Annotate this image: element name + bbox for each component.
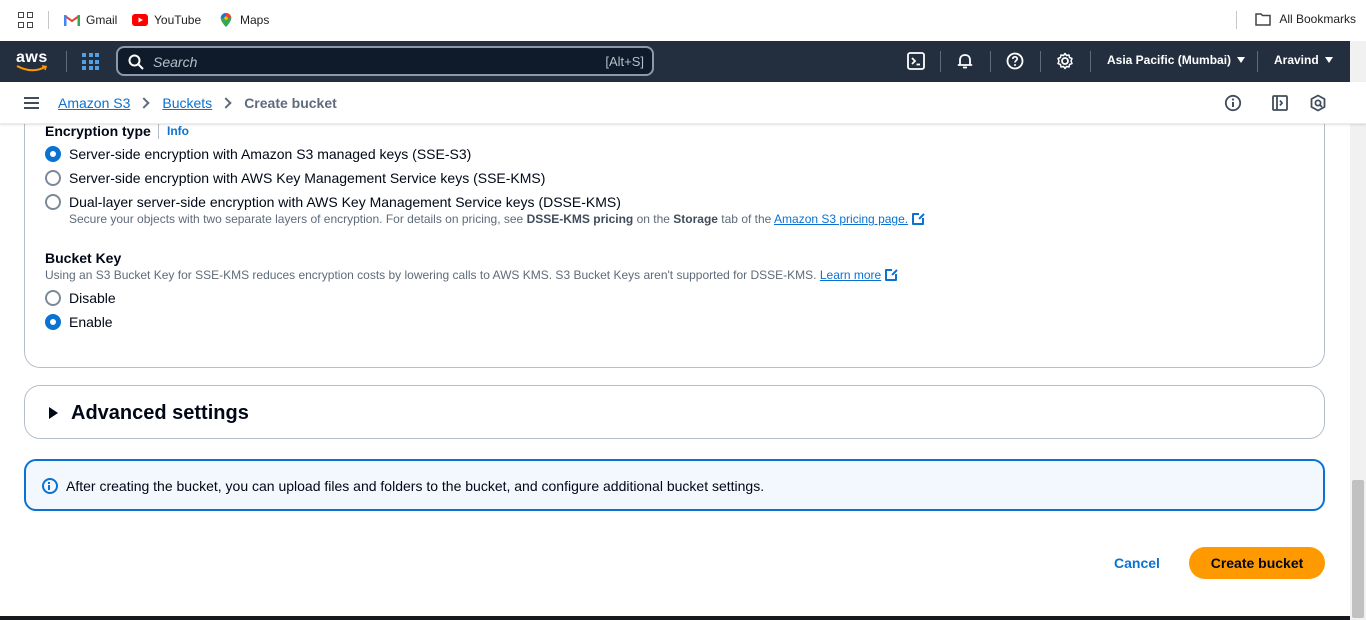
youtube-icon [132,14,148,26]
account-name: Aravind [1274,53,1319,67]
bucket-key-label: Bucket Key [45,250,122,266]
menu-hamburger-icon[interactable] [24,97,39,109]
radio-label-dsse-kms: Dual-layer server-side encryption with A… [69,194,621,210]
nav-divider [1090,51,1091,72]
learn-more-link[interactable]: Learn more [820,268,881,282]
help-icon[interactable] [1006,52,1024,70]
caret-right-icon [49,407,58,419]
footer-edge [0,616,1350,620]
desc-text: on the [633,212,674,226]
region-label: Asia Pacific (Mumbai) [1107,53,1232,67]
chevron-right-icon [138,97,151,109]
settings-gear-icon[interactable] [1056,52,1074,70]
search-input[interactable]: Search [Alt+S] [116,46,654,76]
all-bookmarks-button[interactable]: All Bookmarks [1255,12,1356,26]
account-menu[interactable]: Aravind [1274,53,1333,67]
bookmarks-bar: Gmail YouTube Maps All Bookmarks [0,0,1366,40]
radio-bucket-key-disable[interactable] [45,290,61,306]
bookmarks-divider [1236,11,1237,29]
dsse-kms-description: Secure your objects with two separate la… [69,212,926,226]
external-link-icon [912,212,926,225]
bucket-key-description: Using an S3 Bucket Key for SSE-KMS reduc… [45,268,899,282]
radio-dsse-kms[interactable] [45,194,61,210]
bookmark-label: Maps [240,13,270,27]
notes-panel-icon[interactable] [1271,94,1289,112]
alert-text: After creating the bucket, you can uploa… [66,478,765,494]
search-placeholder: Search [153,54,198,70]
radio-sse-s3[interactable] [45,146,61,162]
breadcrumb: Amazon S3 Buckets Create bucket [58,95,337,111]
bookmark-youtube[interactable]: YouTube [132,12,201,28]
info-icon [42,478,58,494]
aws-logo[interactable]: aws [16,49,50,73]
bookmark-maps[interactable]: Maps [218,12,269,28]
advanced-settings-expander[interactable]: Advanced settings [24,385,1325,439]
encryption-info-link[interactable]: Info [167,124,189,138]
radio-label-enable: Enable [69,314,113,330]
search-icon [128,54,144,70]
breadcrumb-bar: Amazon S3 Buckets Create bucket [0,82,1366,124]
info-divider [158,123,159,139]
create-bucket-button[interactable]: Create bucket [1189,547,1325,579]
nav-divider [1257,51,1258,72]
folder-icon [1255,13,1272,26]
region-selector[interactable]: Asia Pacific (Mumbai) [1107,53,1246,67]
breadcrumb-current: Create bucket [244,95,337,111]
cloudshell-icon[interactable] [907,52,925,70]
s3-pricing-link[interactable]: Amazon S3 pricing page. [774,212,908,226]
desc-text: Secure your objects with two separate la… [69,212,527,226]
cancel-button[interactable]: Cancel [1098,548,1176,578]
info-panel-icon[interactable] [1224,94,1242,112]
scrollbar-thumb[interactable] [1352,480,1364,618]
chevron-down-icon [1237,57,1246,63]
desc-text: tab of the [717,212,775,226]
info-alert: After creating the bucket, you can uploa… [24,459,1325,511]
notifications-bell-icon[interactable] [956,52,974,70]
maps-icon [220,13,232,27]
search-shortcut: [Alt+S] [605,54,644,69]
bookmark-gmail[interactable]: Gmail [64,12,117,28]
desc-text: Using an S3 Bucket Key for SSE-KMS reduc… [45,268,820,282]
radio-label-sse-s3: Server-side encryption with Amazon S3 ma… [69,146,472,162]
external-link-icon [885,268,899,281]
advanced-settings-title: Advanced settings [71,402,249,424]
nav-divider [66,51,67,72]
gmail-icon [64,15,80,26]
all-bookmarks-label: All Bookmarks [1279,12,1356,26]
bookmark-label: Gmail [86,13,118,27]
aws-top-nav: aws Search [Alt+S] Asia Pacific (Mumbai)… [0,41,1366,82]
chevron-right-icon [220,97,232,109]
radio-label-sse-kms: Server-side encryption with AWS Key Mana… [69,170,546,186]
desc-bold: Storage [673,212,718,226]
breadcrumb-buckets[interactable]: Buckets [162,95,212,111]
apps-grid-icon[interactable] [18,12,34,28]
radio-bucket-key-enable[interactable] [45,314,61,330]
bookmark-label: YouTube [154,13,202,27]
radio-label-disable: Disable [69,290,116,306]
nav-divider [990,51,991,72]
chevron-down-icon [1324,57,1333,63]
nav-divider [1040,51,1041,72]
radio-sse-kms[interactable] [45,170,61,186]
nav-divider [940,51,941,72]
default-encryption-panel [24,90,1325,368]
aws-smile-icon [16,65,48,72]
preferences-hexagon-icon[interactable] [1309,94,1327,112]
services-grid-icon[interactable] [82,53,99,70]
encryption-type-label: Encryption type [45,123,151,139]
desc-bold: DSSE-KMS pricing [526,212,634,226]
breadcrumb-amazon-s3[interactable]: Amazon S3 [58,95,130,111]
bookmarks-divider [48,11,49,29]
